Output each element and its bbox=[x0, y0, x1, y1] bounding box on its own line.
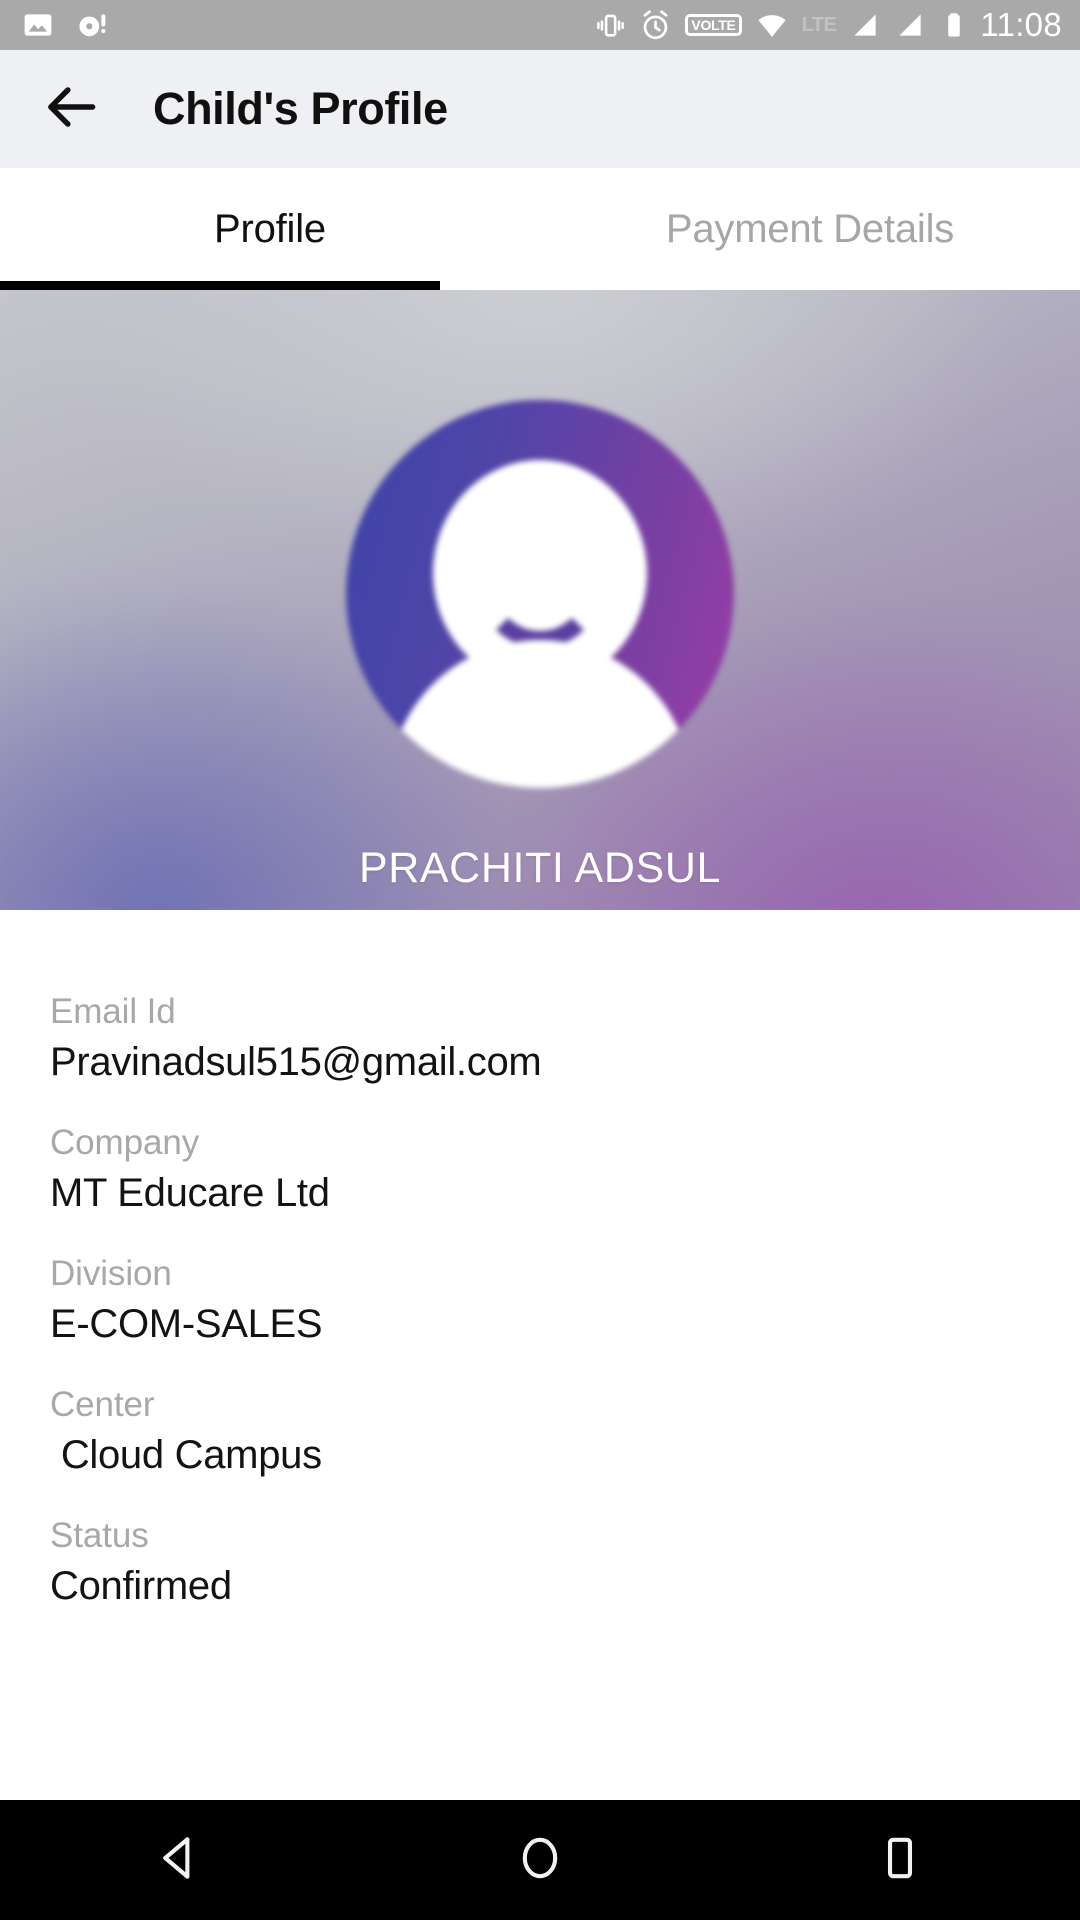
signal-two-icon bbox=[894, 9, 926, 41]
status-bar-clock: 11:08 bbox=[980, 6, 1062, 43]
avatar-body bbox=[388, 640, 692, 788]
signal-one-icon bbox=[849, 9, 881, 41]
detail-label: Center bbox=[50, 1385, 155, 1424]
arrow-left-icon bbox=[41, 76, 103, 143]
detail-value: Cloud Campus bbox=[50, 1433, 322, 1477]
battery-icon bbox=[939, 10, 969, 40]
tab-payment-details-label: Payment Details bbox=[665, 206, 955, 251]
image-icon bbox=[22, 9, 54, 41]
disc-alert-icon bbox=[76, 9, 108, 41]
detail-field: Status Confirmed bbox=[50, 1516, 1080, 1609]
status-bar-left-icons bbox=[22, 9, 108, 41]
status-bar: VOLTE LTE 11:08 bbox=[0, 0, 1080, 50]
user-smiley-avatar-icon[interactable] bbox=[346, 400, 734, 788]
lte-icon: LTE bbox=[801, 13, 837, 36]
recents-square-icon bbox=[874, 1832, 926, 1889]
profile-hero: PRACHITI ADSUL bbox=[0, 290, 1080, 910]
detail-label: Email Id bbox=[50, 992, 176, 1031]
detail-value: MT Educare Ltd bbox=[50, 1171, 330, 1215]
tab-profile[interactable]: Profile bbox=[0, 168, 540, 290]
detail-value: Confirmed bbox=[50, 1564, 232, 1608]
android-nav-bar bbox=[0, 1800, 1080, 1920]
detail-field: Center Cloud Campus bbox=[50, 1385, 1080, 1478]
detail-label: Company bbox=[50, 1123, 200, 1162]
nav-home-button[interactable] bbox=[465, 1800, 615, 1920]
tab-bar: Profile Payment Details bbox=[0, 168, 1080, 290]
volte-icon: VOLTE bbox=[685, 14, 742, 36]
alarm-icon bbox=[639, 9, 672, 42]
detail-field: Email Id Pravinadsul515@gmail.com bbox=[50, 992, 1080, 1085]
page-title: Child's Profile bbox=[153, 83, 448, 134]
detail-label: Status bbox=[50, 1516, 149, 1555]
detail-value: E-COM-SALES bbox=[50, 1302, 323, 1346]
detail-label: Division bbox=[50, 1254, 172, 1293]
hero-content: PRACHITI ADSUL bbox=[0, 290, 1080, 910]
vibrate-icon bbox=[595, 10, 626, 41]
app-bar: Child's Profile bbox=[0, 50, 1080, 168]
detail-field: Company MT Educare Ltd bbox=[50, 1123, 1080, 1216]
home-circle-icon bbox=[514, 1832, 566, 1889]
detail-value: Pravinadsul515@gmail.com bbox=[50, 1040, 542, 1084]
nav-recents-button[interactable] bbox=[825, 1800, 975, 1920]
status-bar-right-icons: VOLTE LTE bbox=[595, 8, 969, 42]
back-triangle-icon bbox=[154, 1832, 206, 1889]
phone-screen: VOLTE LTE 11:08 Child's Profile Profile … bbox=[0, 0, 1080, 1920]
tab-profile-label: Profile bbox=[214, 206, 326, 251]
profile-name: PRACHITI ADSUL bbox=[358, 844, 722, 892]
nav-back-button[interactable] bbox=[105, 1800, 255, 1920]
wifi-icon bbox=[755, 8, 789, 42]
tab-payment-details[interactable]: Payment Details bbox=[540, 168, 1080, 290]
tab-active-indicator bbox=[0, 281, 440, 290]
profile-details: Email Id Pravinadsul515@gmail.com Compan… bbox=[0, 910, 1080, 1800]
detail-field: Division E-COM-SALES bbox=[50, 1254, 1080, 1347]
back-button[interactable] bbox=[24, 61, 120, 157]
